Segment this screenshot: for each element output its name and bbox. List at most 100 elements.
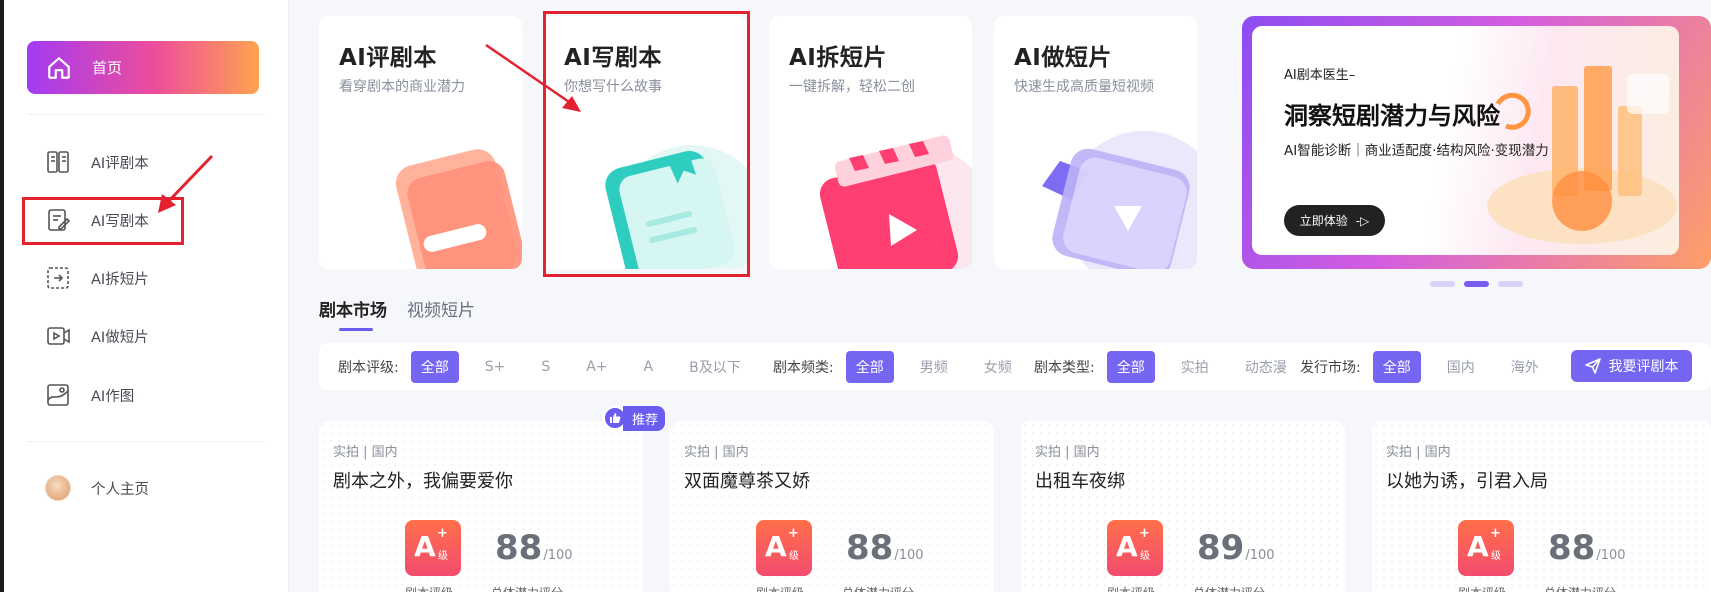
grade-letter: A [1116, 530, 1138, 563]
score-caption: 总体潜力评分 [491, 584, 563, 592]
filter-label: 发行市场: [1300, 359, 1361, 376]
filter-option[interactable]: 实拍 [1171, 351, 1219, 383]
book-review-icon [44, 148, 72, 176]
sidebar-home-label: 首页 [92, 59, 123, 77]
annotation-arrow [158, 154, 214, 213]
filter-option[interactable]: A+ [576, 353, 617, 381]
edit-document-icon [44, 206, 72, 234]
script-title: 剧本之外，我偏要爱你 [333, 471, 513, 492]
home-icon [48, 56, 70, 79]
avatar [45, 475, 71, 501]
filter-option[interactable]: 男频 [910, 351, 958, 383]
arrow-right-icon: -▷ [1355, 213, 1370, 228]
grade-suffix: 级 [1491, 551, 1501, 562]
grade-suffix: 级 [789, 551, 799, 562]
score-caption: 总体潜力评分 [842, 584, 914, 592]
sidebar-item-ai-image[interactable]: AI作图 [44, 379, 244, 411]
filter-option[interactable]: 全部 [1106, 350, 1155, 383]
sidebar-item-home[interactable]: 首页 [27, 41, 259, 94]
script-card[interactable]: 实拍 | 国内 双面魔尊茶又娇 A + 级 88 /100 剧本评级 总体潜力评… [670, 421, 994, 592]
carousel-pagination [1430, 281, 1523, 287]
filter-option[interactable]: 全部 [410, 350, 459, 383]
filter-option[interactable]: 全部 [1372, 350, 1421, 383]
script-card[interactable]: 实拍 | 国内 以她为诱，引君入局 A + 级 88 /100 剧本评级 总体潜… [1372, 421, 1711, 592]
sidebar-divider [27, 114, 265, 115]
sidebar-item-profile[interactable]: 个人主页 [44, 472, 244, 504]
content-tabs: 剧本市场 视频短片 [319, 296, 475, 331]
carousel-dot[interactable] [1430, 281, 1455, 287]
filter-option[interactable]: 全部 [845, 350, 894, 383]
image-edit-icon [44, 381, 72, 409]
grade-caption: 剧本评级 [756, 584, 804, 592]
sidebar-item-ai-split[interactable]: AI拆短片 [44, 262, 244, 294]
try-now-button[interactable]: 立即体验 -▷ [1284, 205, 1385, 236]
filter-option[interactable]: 国内 [1437, 351, 1485, 383]
filter-label: 剧本评级: [338, 359, 399, 376]
carousel-dot[interactable] [1498, 281, 1523, 287]
feature-card-ai-split[interactable]: AI拆短片 一键拆解，轻松二创 [769, 16, 972, 269]
sidebar-item-ai-video[interactable]: AI做短片 [44, 320, 244, 352]
filter-type: 剧本类型: 全部 实拍 动态漫 [1034, 343, 1313, 390]
script-meta: 实拍 | 国内 [1386, 445, 1451, 460]
score-max: /100 [543, 548, 573, 563]
potential-score: 88 /100 [495, 528, 573, 568]
filter-option[interactable]: B及以下 [679, 351, 751, 383]
tab-video-shorts[interactable]: 视频短片 [407, 296, 475, 321]
sidebar-item-label: AI拆短片 [91, 271, 149, 288]
annotation-arrow [485, 43, 581, 112]
score-max: /100 [1596, 548, 1626, 563]
card-subtitle: 一键拆解，轻松二创 [789, 79, 915, 95]
grade-letter: A [414, 530, 436, 563]
promo-banner-panel: AI剧本医生– 洞察短剧潜力与风险 AI智能诊断｜商业适配度·结构风险·变现潜力… [1252, 26, 1679, 255]
card-subtitle: 看穿剧本的商业潜力 [339, 79, 465, 95]
script-card[interactable]: 实拍 | 国内 剧本之外，我偏要爱你 A + 级 88 /100 剧本评级 总体… [319, 421, 643, 592]
card-title: AI做短片 [1014, 45, 1112, 71]
sidebar-item-label: AI评剧本 [91, 155, 149, 172]
carousel-dot-active[interactable] [1464, 281, 1489, 287]
card-title: AI评剧本 [339, 45, 437, 71]
sidebar-profile-label: 个人主页 [91, 481, 149, 498]
filter-option[interactable]: 女频 [974, 351, 1022, 383]
filter-option[interactable]: A [634, 353, 664, 381]
potential-score: 88 /100 [846, 528, 924, 568]
grade-plus: + [788, 526, 799, 541]
tab-script-market[interactable]: 剧本市场 [319, 296, 387, 331]
try-now-label: 立即体验 [1299, 214, 1348, 228]
card-title: AI拆短片 [789, 45, 887, 71]
sidebar-item-label: AI写剧本 [91, 213, 149, 230]
grade-badge: A + 级 [405, 520, 461, 576]
filter-option[interactable]: S+ [475, 353, 516, 381]
promo-banner[interactable]: AI剧本医生– 洞察短剧潜力与风险 AI智能诊断｜商业适配度·结构风险·变现潜力… [1242, 16, 1711, 269]
grade-badge: A + 级 [756, 520, 812, 576]
filter-label: 剧本频类: [773, 359, 834, 376]
score-caption: 总体潜力评分 [1544, 584, 1616, 592]
evaluate-script-button[interactable]: 我要评剧本 [1571, 350, 1692, 382]
score-value: 88 [846, 528, 894, 568]
send-icon [1584, 358, 1601, 374]
card-subtitle: 快速生成高质量短视频 [1014, 79, 1154, 95]
filter-option[interactable]: 动态漫 [1235, 351, 1297, 383]
grade-badge: A + 级 [1458, 520, 1514, 576]
grade-caption: 剧本评级 [1458, 584, 1506, 592]
score-max: /100 [894, 548, 924, 563]
video-icon [44, 322, 72, 350]
filter-market: 发行市场: 全部 国内 海外 [1300, 343, 1565, 390]
script-meta: 实拍 | 国内 [333, 445, 398, 460]
evaluate-script-label: 我要评剧本 [1608, 359, 1679, 375]
grade-suffix: 级 [438, 551, 448, 562]
filter-label: 剧本类型: [1034, 359, 1095, 376]
banner-headline: 洞察短剧潜力与风险 [1284, 102, 1500, 130]
filter-channel: 剧本频类: 全部 男频 女频 [773, 343, 1038, 390]
score-value: 88 [495, 528, 543, 568]
grade-plus: + [1139, 526, 1150, 541]
grade-badge: A + 级 [1107, 520, 1163, 576]
filter-option[interactable]: S [531, 353, 560, 381]
feature-card-ai-video[interactable]: AI做短片 快速生成高质量短视频 [994, 16, 1197, 269]
script-title: 以她为诱，引君入局 [1386, 471, 1548, 492]
sidebar-item-label: AI做短片 [91, 329, 149, 346]
score-caption: 总体潜力评分 [1193, 584, 1265, 592]
filter-option[interactable]: 海外 [1501, 351, 1549, 383]
grade-plus: + [437, 526, 448, 541]
script-card[interactable]: 实拍 | 国内 出租车夜绑 A + 级 89 /100 剧本评级 总体潜力评分 [1021, 421, 1345, 592]
script-meta: 实拍 | 国内 [1035, 445, 1100, 460]
